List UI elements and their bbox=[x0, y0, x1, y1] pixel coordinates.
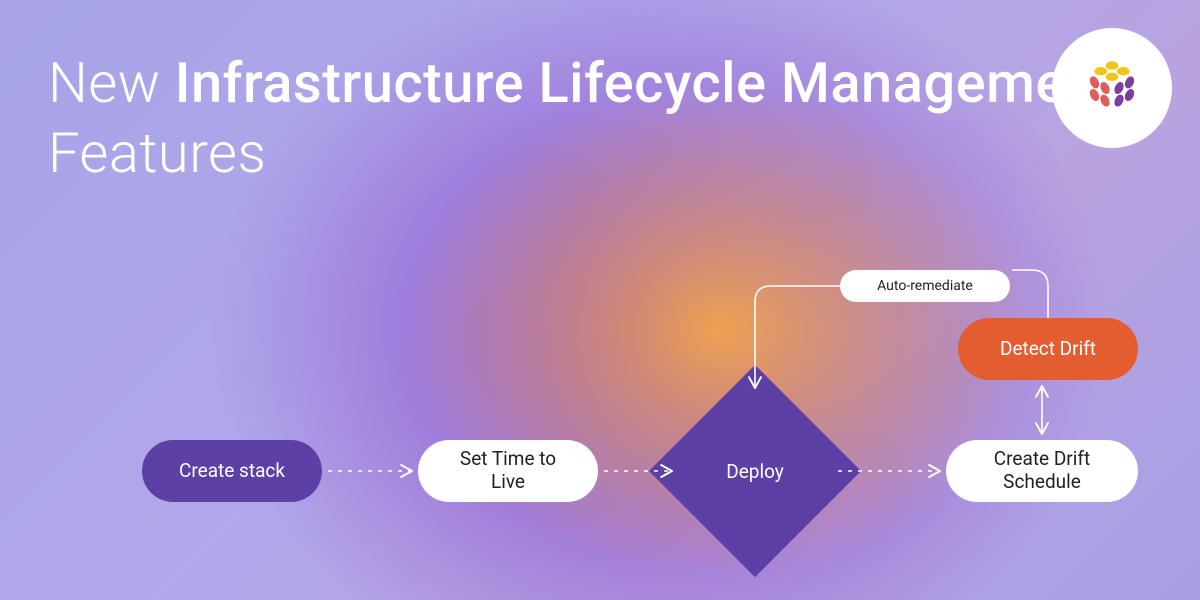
title-bold: Infrastructure Lifecycle Management bbox=[175, 50, 1117, 116]
node-deploy-label: Deploy bbox=[680, 396, 830, 546]
node-label: Create stack bbox=[179, 460, 285, 483]
node-set-ttl: Set Time to Live bbox=[418, 440, 598, 502]
title-suffix: Features bbox=[48, 120, 266, 186]
node-create-stack: Create stack bbox=[142, 440, 322, 502]
node-detect-drift: Detect Drift bbox=[958, 318, 1138, 380]
pulumi-logo-icon bbox=[1077, 53, 1147, 123]
diagram-canvas: New Infrastructure Lifecycle Management … bbox=[0, 0, 1200, 600]
node-label: Detect Drift bbox=[1000, 338, 1096, 361]
node-label: Auto-remediate bbox=[877, 278, 973, 294]
title-prefix: New bbox=[48, 50, 175, 116]
logo-badge bbox=[1052, 28, 1172, 148]
node-auto-remediate: Auto-remediate bbox=[840, 270, 1010, 302]
node-drift-schedule: Create Drift Schedule bbox=[946, 440, 1138, 502]
node-label: Set Time to Live bbox=[446, 448, 570, 494]
page-title: New Infrastructure Lifecycle Management … bbox=[48, 48, 1117, 188]
node-label: Deploy bbox=[726, 460, 784, 483]
node-label: Create Drift Schedule bbox=[974, 448, 1110, 494]
